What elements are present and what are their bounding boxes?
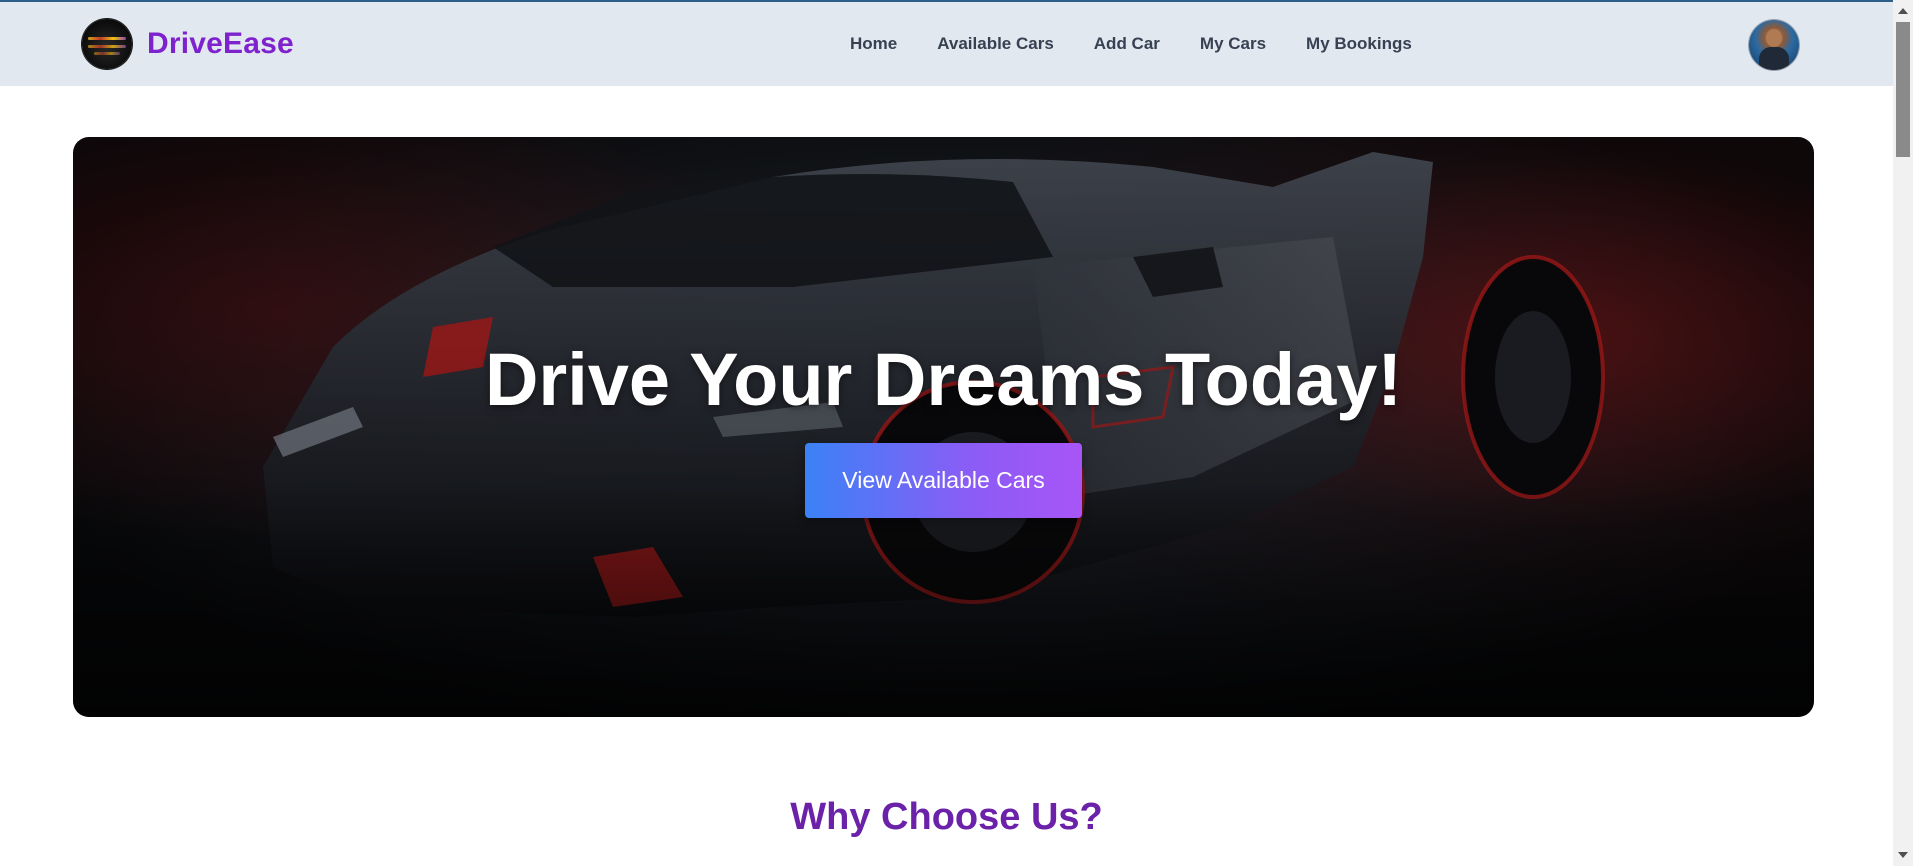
nav-item-home[interactable]: Home [850, 34, 897, 54]
why-choose-us-heading: Why Choose Us? [790, 796, 1103, 838]
view-available-cars-button[interactable]: View Available Cars [805, 443, 1082, 518]
user-avatar-icon[interactable] [1749, 20, 1799, 70]
nav-item-my-bookings[interactable]: My Bookings [1306, 34, 1412, 54]
hero-title: Drive Your Dreams Today! [484, 338, 1403, 421]
hero-banner: Drive Your Dreams Today! View Available … [73, 137, 1814, 717]
scroll-up-icon[interactable] [1898, 8, 1908, 14]
nav-item-my-cars[interactable]: My Cars [1200, 34, 1266, 54]
nav-item-available-cars[interactable]: Available Cars [937, 34, 1054, 54]
main-nav: Home Available Cars Add Car My Cars My B… [850, 2, 1452, 86]
hero-overlay [73, 137, 1814, 717]
navbar: DriveEase Home Available Cars Add Car My… [0, 2, 1893, 86]
page: DriveEase Home Available Cars Add Car My… [0, 0, 1913, 866]
page-scrollbar[interactable] [1893, 0, 1913, 866]
brand-link[interactable]: DriveEase [82, 19, 294, 69]
scroll-down-icon[interactable] [1898, 852, 1908, 858]
brand-name: DriveEase [147, 27, 294, 60]
nav-item-add-car[interactable]: Add Car [1094, 34, 1160, 54]
scroll-thumb[interactable] [1896, 22, 1910, 157]
brand-logo-icon [82, 19, 132, 69]
